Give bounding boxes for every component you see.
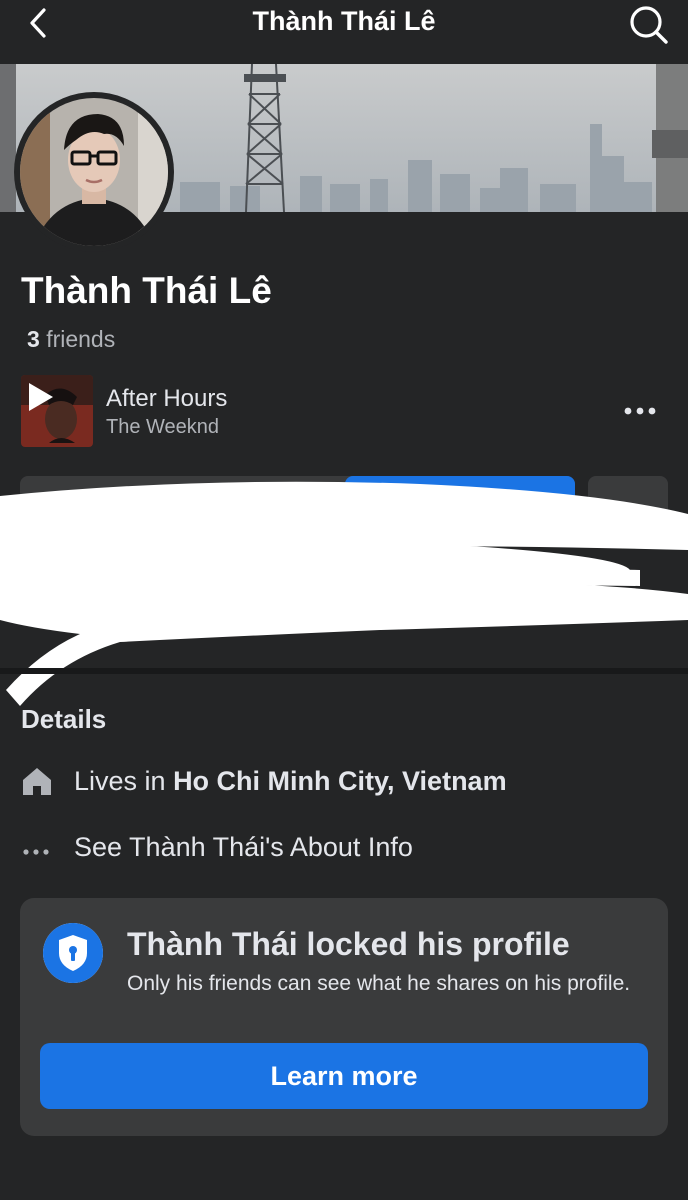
action-buttons xyxy=(20,476,668,646)
ellipsis-icon xyxy=(23,849,49,855)
more-options-icon[interactable] xyxy=(622,398,658,424)
page-title: Thành Thái Lê xyxy=(252,6,436,36)
learn-more-button[interactable]: Learn more xyxy=(40,1043,648,1109)
top-bar: Thành Thái Lê xyxy=(0,0,688,64)
home-icon xyxy=(23,768,51,795)
locked-description: Only his friends can see what he shares … xyxy=(127,972,631,995)
section-divider xyxy=(0,668,688,674)
search-icon[interactable] xyxy=(628,4,670,44)
details-heading: Details xyxy=(21,704,107,734)
detail-about-info[interactable]: See Thành Thái's About Info xyxy=(20,826,660,866)
lives-in-place[interactable]: Ho Chi Minh City, Vietnam xyxy=(173,766,507,796)
locked-title: Thành Thái locked his profile xyxy=(127,926,570,962)
about-info-link[interactable]: See Thành Thái's About Info xyxy=(74,832,413,863)
song-artist: The Weeknd xyxy=(106,416,220,438)
song-title[interactable]: After Hours xyxy=(106,385,227,413)
profile-name: Thành Thái Lê xyxy=(21,270,272,311)
back-chevron-icon[interactable] xyxy=(22,6,56,40)
more-actions-button[interactable] xyxy=(588,476,668,520)
locked-profile-card: Thành Thái locked his profile Only his f… xyxy=(20,898,668,1136)
primary-action-button[interactable] xyxy=(345,476,575,520)
detail-lives-in: Lives in Ho Chi Minh City, Vietnam xyxy=(20,760,660,800)
friends-label: friends xyxy=(46,326,116,352)
friends-number: 3 xyxy=(27,326,40,352)
friends-count[interactable]: 3 friends xyxy=(27,326,115,353)
lives-in-prefix: Lives in xyxy=(74,766,166,796)
album-art[interactable] xyxy=(21,375,93,447)
shield-lock-icon xyxy=(43,923,103,983)
profile-avatar[interactable] xyxy=(14,92,174,252)
